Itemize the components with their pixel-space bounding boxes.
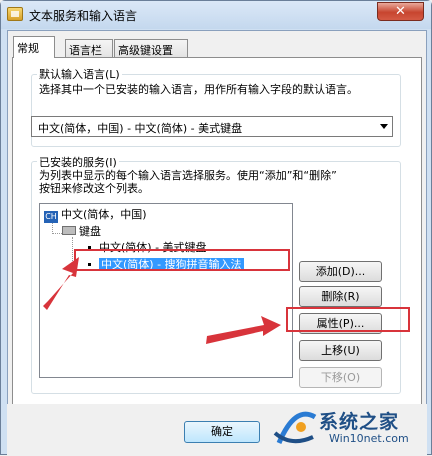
- tab-general[interactable]: 常规: [13, 36, 55, 58]
- annotation-arrows: [43, 257, 281, 344]
- arrow-icon: [206, 316, 281, 344]
- arrow-icon: [43, 257, 79, 310]
- watermark: 系统之家 Win10net.com: [269, 401, 429, 456]
- watermark-sub-text: Win10net.com: [329, 432, 409, 445]
- ok-button[interactable]: 确定: [184, 421, 260, 443]
- watermark-main-text: 系统之家: [319, 411, 400, 433]
- watermark-logo-icon: [273, 411, 317, 444]
- dialog-window: 文本服务和输入语言 ✕ 常规 语言栏 高级键设置 默认输入语言(L) 选择其中一…: [0, 0, 432, 456]
